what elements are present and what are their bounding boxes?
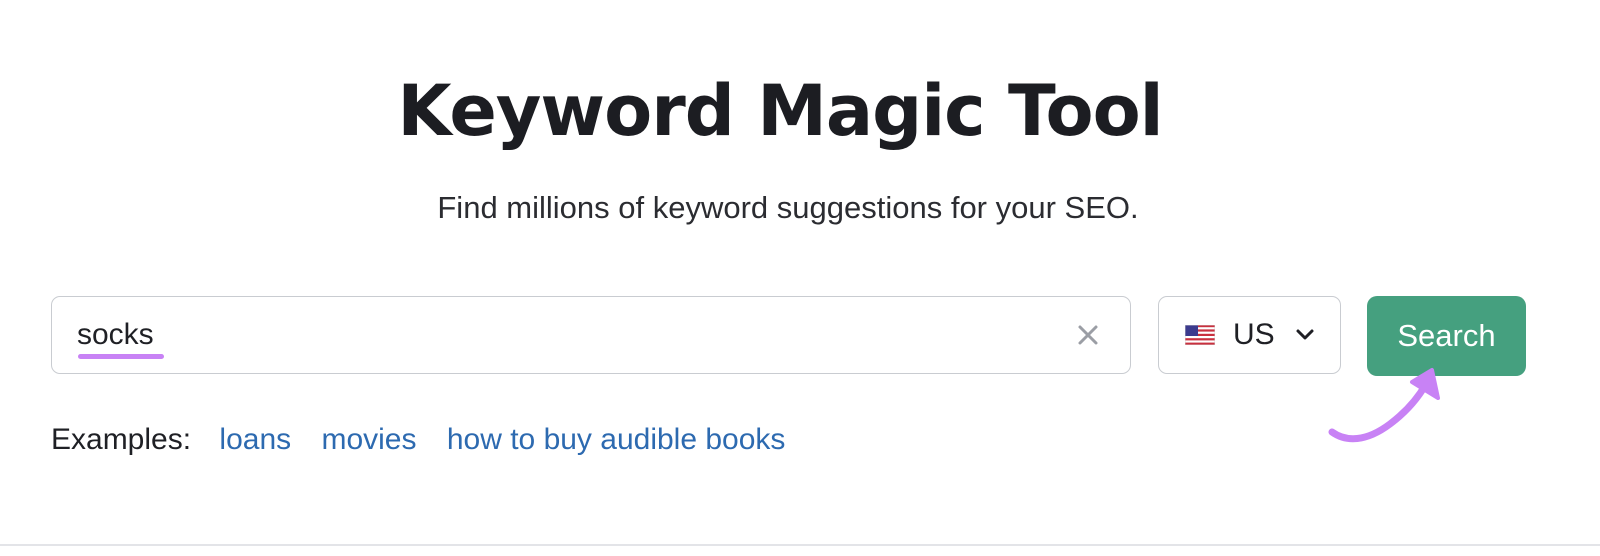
examples-row: Examples: loans movies how to buy audibl… [51, 420, 807, 460]
database-label: US [1233, 318, 1275, 351]
us-flag-icon [1185, 325, 1215, 345]
example-link-loans[interactable]: loans [219, 423, 291, 456]
example-link-movies[interactable]: movies [321, 423, 416, 456]
examples-label: Examples: [51, 423, 192, 456]
close-icon[interactable] [1076, 323, 1100, 347]
keyword-search-input[interactable]: socks [51, 296, 1131, 374]
page-subtitle: Find millions of keyword suggestions for… [437, 190, 1139, 225]
page-title: Keyword Magic Tool [397, 70, 1163, 152]
curved-arrow-icon [1328, 368, 1440, 443]
keyword-magic-tool-page: Keyword Magic Tool Find millions of keyw… [0, 0, 1600, 556]
example-link-audible-books[interactable]: how to buy audible books [447, 423, 786, 456]
highlight-underline [78, 354, 164, 359]
divider [0, 544, 1600, 546]
search-input-value[interactable]: socks [77, 317, 154, 353]
chevron-down-icon [1296, 329, 1314, 340]
database-select[interactable]: US [1158, 296, 1341, 374]
